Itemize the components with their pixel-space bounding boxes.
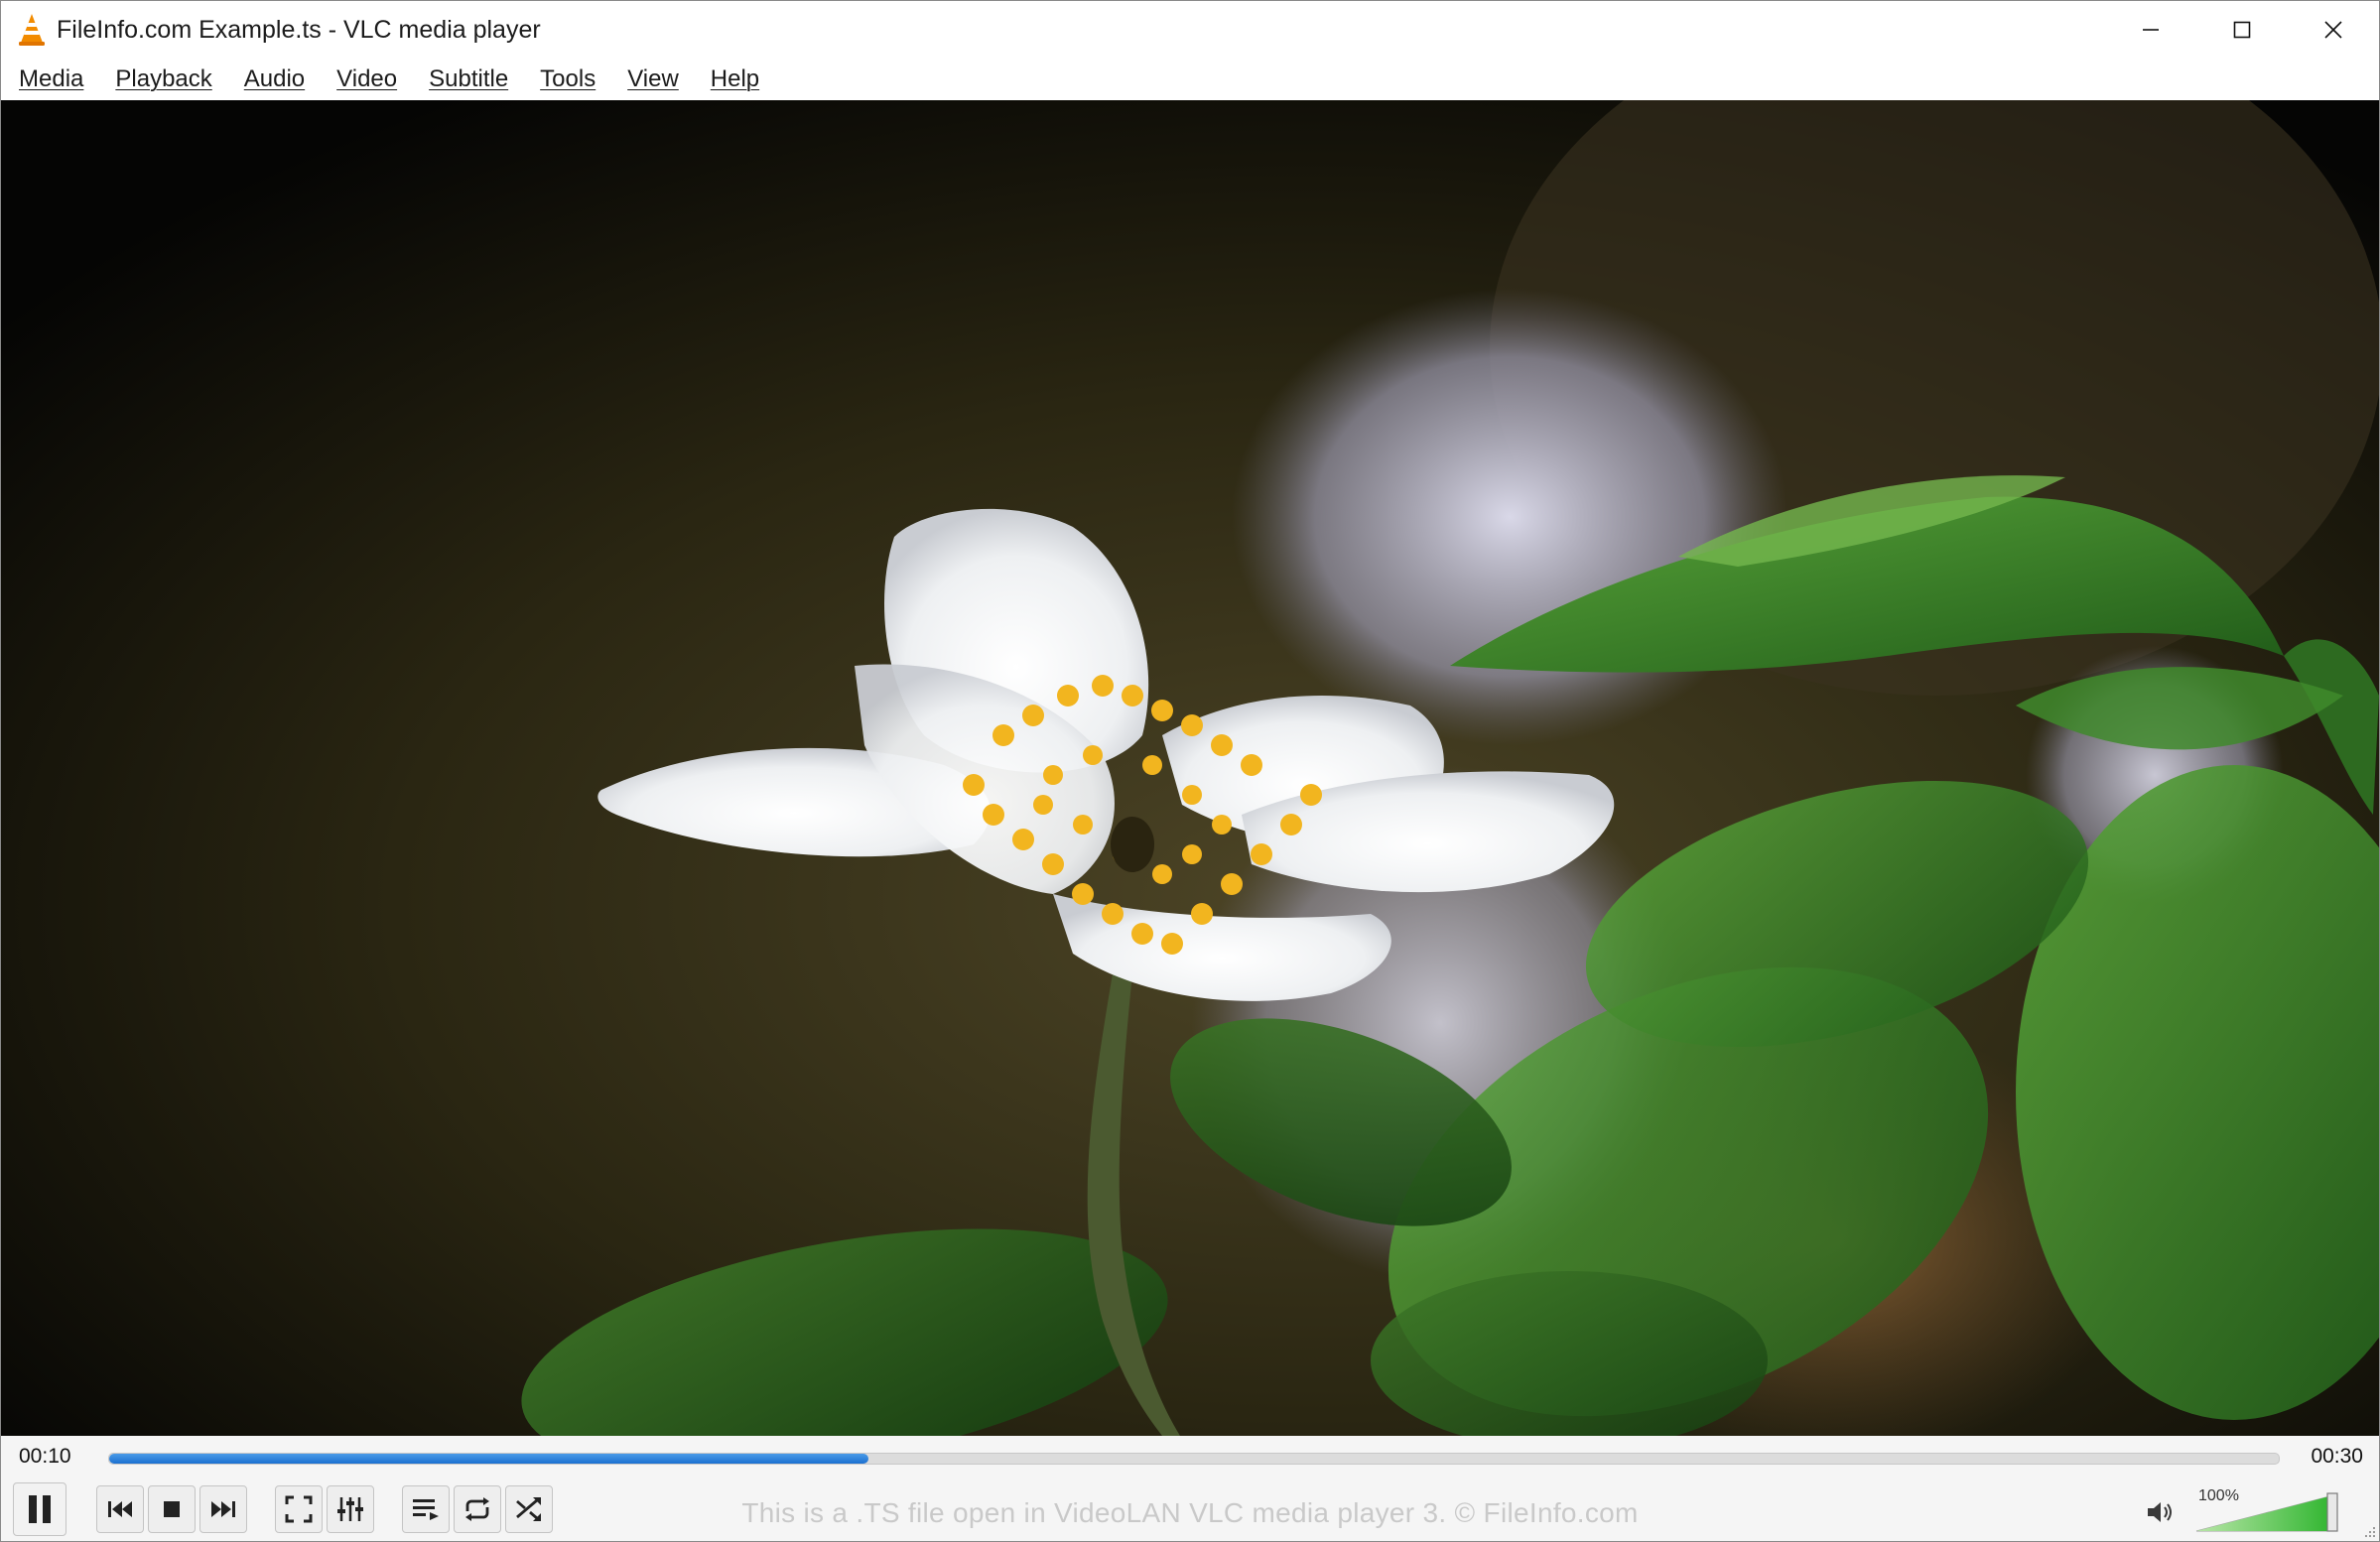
total-time: 00:30 bbox=[2311, 1445, 2363, 1468]
menu-playback[interactable]: Playback bbox=[103, 62, 223, 97]
maximize-icon bbox=[2233, 21, 2251, 39]
seek-slider[interactable] bbox=[108, 1453, 2280, 1465]
vlc-window: FileInfo.com Example.ts - VLC media play… bbox=[0, 0, 2380, 1542]
minimize-icon bbox=[2143, 29, 2159, 31]
menu-audio[interactable]: Audio bbox=[232, 62, 317, 97]
vlc-cone-icon bbox=[19, 14, 45, 46]
elapsed-time: 00:10 bbox=[19, 1445, 71, 1468]
control-bar: This is a .TS file open in VideoLAN VLC … bbox=[1, 1478, 2379, 1541]
volume-level: 100% bbox=[2198, 1487, 2239, 1504]
maximize-button[interactable] bbox=[2196, 1, 2288, 59]
menu-bar: Media Playback Audio Video Subtitle Tool… bbox=[1, 59, 2379, 100]
title-bar: FileInfo.com Example.ts - VLC media play… bbox=[1, 1, 2379, 59]
menu-subtitle[interactable]: Subtitle bbox=[417, 62, 520, 97]
video-image bbox=[1, 100, 2379, 1436]
seek-progress bbox=[109, 1454, 869, 1464]
menu-view[interactable]: View bbox=[615, 62, 691, 97]
menu-tools[interactable]: Tools bbox=[528, 62, 607, 97]
minimize-button[interactable] bbox=[2105, 1, 2196, 59]
volume-slider[interactable]: 100% bbox=[2194, 1487, 2343, 1533]
window-controls bbox=[2105, 1, 2379, 59]
seek-row: 00:10 00:30 bbox=[1, 1436, 2379, 1478]
menu-video[interactable]: Video bbox=[325, 62, 409, 97]
menu-help[interactable]: Help bbox=[699, 62, 771, 97]
video-frame[interactable] bbox=[1, 100, 2379, 1436]
window-title: FileInfo.com Example.ts - VLC media play… bbox=[57, 15, 541, 44]
close-icon bbox=[2324, 21, 2342, 39]
close-button[interactable] bbox=[2288, 1, 2379, 59]
resize-grip-icon[interactable] bbox=[2361, 1523, 2377, 1539]
speaker-icon[interactable] bbox=[2145, 1497, 2179, 1527]
menu-media[interactable]: Media bbox=[7, 62, 95, 97]
watermark-caption: This is a .TS file open in VideoLAN VLC … bbox=[741, 1497, 1639, 1528]
